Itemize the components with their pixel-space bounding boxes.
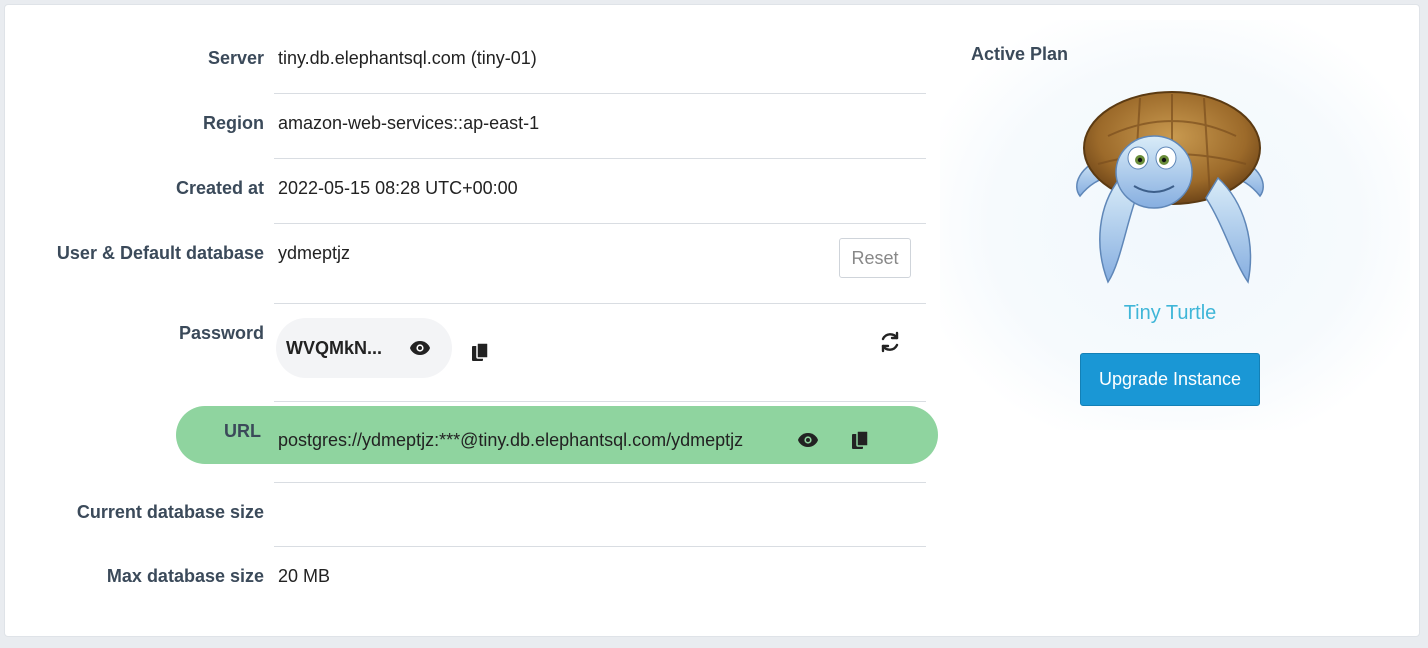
region-value: amazon-web-services::ap-east-1 (278, 113, 540, 133)
copy-url-copy-icon[interactable] (846, 426, 874, 454)
server-label: Server (207, 48, 264, 68)
upgrade-instance-button[interactable]: Upgrade Instance (1080, 353, 1260, 406)
created-label: Created at (175, 178, 264, 198)
divider (274, 223, 926, 224)
password-pill: WVQMkN... (276, 318, 452, 378)
regenerate-password-refresh-icon[interactable] (876, 328, 904, 356)
show-password-eye-icon[interactable] (406, 334, 434, 362)
url-label: URL (224, 421, 261, 441)
max-size-value: 20 MB (278, 566, 331, 586)
divider (274, 482, 926, 483)
password-value: WVQMkN... (286, 338, 383, 358)
url-value: postgres://ydmeptjz:***@tiny.db.elephant… (278, 430, 744, 450)
max-size-label: Max database size (106, 566, 264, 586)
turtle-mascot-icon (1068, 86, 1272, 292)
copy-password-copy-icon[interactable] (466, 338, 494, 366)
divider (274, 93, 926, 94)
created-value: 2022-05-15 08:28 UTC+00:00 (278, 178, 518, 198)
current-size-label: Current database size (76, 502, 264, 522)
divider (274, 158, 926, 159)
region-label: Region (203, 113, 264, 133)
divider (274, 303, 926, 304)
server-value: tiny.db.elephantsql.com (tiny-01) (278, 48, 537, 68)
user-label: User & Default database (56, 243, 264, 263)
password-label: Password (178, 323, 264, 343)
show-url-eye-icon[interactable] (794, 426, 822, 454)
active-plan-title: Active Plan (971, 44, 1069, 64)
divider (274, 546, 926, 547)
user-value: ydmeptjz (278, 243, 351, 263)
reset-button[interactable]: Reset (839, 238, 911, 278)
plan-name: Tiny Turtle (1123, 302, 1217, 324)
divider (274, 401, 926, 402)
url-row-highlight: URL postgres://ydmeptjz:***@tiny.db.elep… (176, 406, 938, 464)
